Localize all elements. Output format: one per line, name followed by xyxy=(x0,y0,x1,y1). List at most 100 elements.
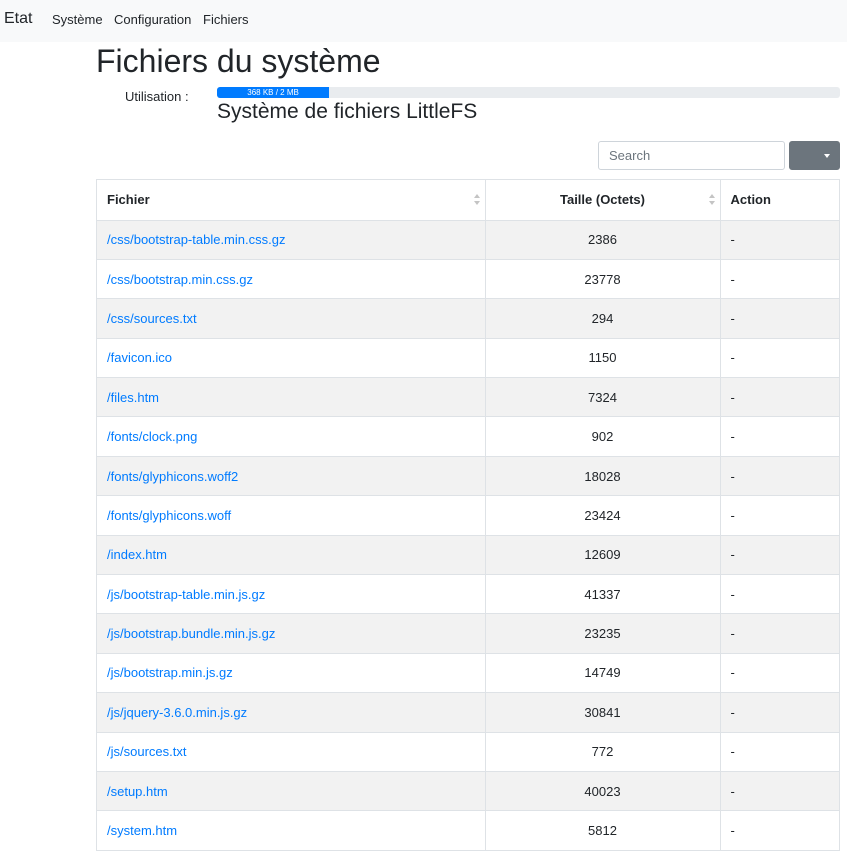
column-header-fichier[interactable]: Fichier xyxy=(97,180,486,221)
file-action: - xyxy=(720,653,839,694)
file-size: 7324 xyxy=(485,377,721,418)
file-action: - xyxy=(720,535,839,576)
file-size: 23778 xyxy=(485,259,721,300)
table-row: /js/bootstrap.min.js.gz 14749- xyxy=(97,653,839,694)
file-size: 40023 xyxy=(485,771,721,812)
file-action: - xyxy=(720,732,839,772)
file-link[interactable]: /js/jquery-3.6.0.min.js.gz xyxy=(107,705,247,720)
file-action: - xyxy=(720,259,839,300)
table-row: /setup.htm 40023- xyxy=(97,771,839,812)
column-header-action: Action xyxy=(720,180,839,221)
file-link[interactable]: /setup.htm xyxy=(107,784,168,799)
table-row: /js/sources.txt 772- xyxy=(97,732,839,772)
file-size: 18028 xyxy=(485,456,721,497)
table-row: /fonts/glyphicons.woff2 18028- xyxy=(97,456,839,497)
table-row: /css/bootstrap-table.min.css.gz 2386- xyxy=(97,220,839,260)
file-cell: /favicon.ico xyxy=(97,338,486,379)
file-link[interactable]: /js/bootstrap-table.min.js.gz xyxy=(107,587,265,602)
caret-down-icon xyxy=(824,154,830,158)
file-size: 12609 xyxy=(485,535,721,576)
file-action: - xyxy=(720,377,839,418)
file-size: 2386 xyxy=(485,220,721,260)
sort-icon xyxy=(473,194,481,206)
table-row: /index.htm 12609- xyxy=(97,535,839,576)
nav-link-fichiers[interactable]: Fichiers xyxy=(203,11,249,28)
table-row: /css/bootstrap.min.css.gz 23778- xyxy=(97,259,839,300)
file-size: 1150 xyxy=(485,338,721,379)
file-action: - xyxy=(720,810,839,851)
file-link[interactable]: /js/bootstrap.min.js.gz xyxy=(107,665,233,680)
file-link[interactable]: /files.htm xyxy=(107,390,159,405)
filesystem-title: Système de fichiers LittleFS xyxy=(217,100,478,123)
navbar-brand[interactable]: Etat xyxy=(4,9,32,29)
nav-link-configuration[interactable]: Configuration xyxy=(114,11,191,28)
file-cell: /js/bootstrap.bundle.min.js.gz xyxy=(97,613,486,654)
file-action: - xyxy=(720,416,839,457)
column-header-taille[interactable]: Taille (Octets) xyxy=(485,180,721,221)
file-action: - xyxy=(720,338,839,379)
file-link[interactable]: /css/bootstrap.min.css.gz xyxy=(107,272,253,287)
file-cell: /fonts/glyphicons.woff xyxy=(97,495,486,536)
table-row: /js/jquery-3.6.0.min.js.gz 30841- xyxy=(97,692,839,733)
navbar: Etat Système Configuration Fichiers xyxy=(0,0,847,42)
file-size: 772 xyxy=(485,732,721,772)
file-cell: /fonts/clock.png xyxy=(97,416,486,457)
page-title: Fichiers du système xyxy=(96,43,381,79)
file-link[interactable]: /js/bootstrap.bundle.min.js.gz xyxy=(107,626,275,641)
table-row: /fonts/glyphicons.woff 23424- xyxy=(97,495,839,536)
file-link[interactable]: /css/bootstrap-table.min.css.gz xyxy=(107,232,285,247)
file-action: - xyxy=(720,574,839,615)
file-link[interactable]: /system.htm xyxy=(107,823,177,838)
usage-progress-bar: 368 KB / 2 MB xyxy=(217,87,330,98)
table-header-row: Fichier Taille (Octets) Action xyxy=(97,180,839,221)
file-cell: /setup.htm xyxy=(97,771,486,812)
table-row: /js/bootstrap-table.min.js.gz 41337- xyxy=(97,574,839,615)
table-row: /files.htm 7324- xyxy=(97,377,839,418)
sort-icon xyxy=(708,194,716,206)
file-cell: /css/sources.txt xyxy=(97,298,486,339)
table-row: /fonts/clock.png 902- xyxy=(97,416,839,457)
file-size: 23235 xyxy=(485,613,721,654)
file-cell: /index.htm xyxy=(97,535,486,576)
file-link[interactable]: /fonts/glyphicons.woff2 xyxy=(107,469,238,484)
file-cell: /js/bootstrap-table.min.js.gz xyxy=(97,574,486,615)
file-size: 30841 xyxy=(485,692,721,733)
file-link[interactable]: /index.htm xyxy=(107,547,167,562)
file-link[interactable]: /favicon.ico xyxy=(107,350,172,365)
file-action: - xyxy=(720,771,839,812)
file-action: - xyxy=(720,220,839,260)
column-header-label: Action xyxy=(730,192,771,208)
search-input[interactable] xyxy=(598,141,785,170)
file-size: 294 xyxy=(485,298,721,339)
usage-progress: 368 KB / 2 MB xyxy=(217,87,840,98)
file-link[interactable]: /fonts/glyphicons.woff xyxy=(107,508,231,523)
columns-dropdown-button[interactable] xyxy=(789,141,840,170)
file-link[interactable]: /fonts/clock.png xyxy=(107,429,197,444)
column-header-label: Fichier xyxy=(107,192,150,208)
usage-label: Utilisation : xyxy=(125,89,189,104)
table-row: /js/bootstrap.bundle.min.js.gz 23235- xyxy=(97,613,839,654)
nav-link-systeme[interactable]: Système xyxy=(52,11,103,28)
files-table: Fichier Taille (Octets) Action /css/boot… xyxy=(96,179,840,851)
file-cell: /js/jquery-3.6.0.min.js.gz xyxy=(97,692,486,733)
file-cell: /js/bootstrap.min.js.gz xyxy=(97,653,486,694)
file-cell: /system.htm xyxy=(97,810,486,851)
file-cell: /js/sources.txt xyxy=(97,732,486,772)
file-link[interactable]: /js/sources.txt xyxy=(107,744,186,759)
file-action: - xyxy=(720,456,839,497)
file-action: - xyxy=(720,613,839,654)
file-cell: /css/bootstrap.min.css.gz xyxy=(97,259,486,300)
file-size: 902 xyxy=(485,416,721,457)
table-row: /system.htm 5812- xyxy=(97,810,839,851)
file-size: 5812 xyxy=(485,810,721,851)
table-row: /css/sources.txt 294- xyxy=(97,298,839,339)
table-row: /favicon.ico 1150- xyxy=(97,338,839,379)
file-cell: /fonts/glyphicons.woff2 xyxy=(97,456,486,497)
file-action: - xyxy=(720,298,839,339)
file-cell: /css/bootstrap-table.min.css.gz xyxy=(97,220,486,260)
file-size: 41337 xyxy=(485,574,721,615)
file-action: - xyxy=(720,692,839,733)
column-header-label: Taille (Octets) xyxy=(559,192,645,208)
file-size: 23424 xyxy=(485,495,721,536)
file-link[interactable]: /css/sources.txt xyxy=(107,311,197,326)
